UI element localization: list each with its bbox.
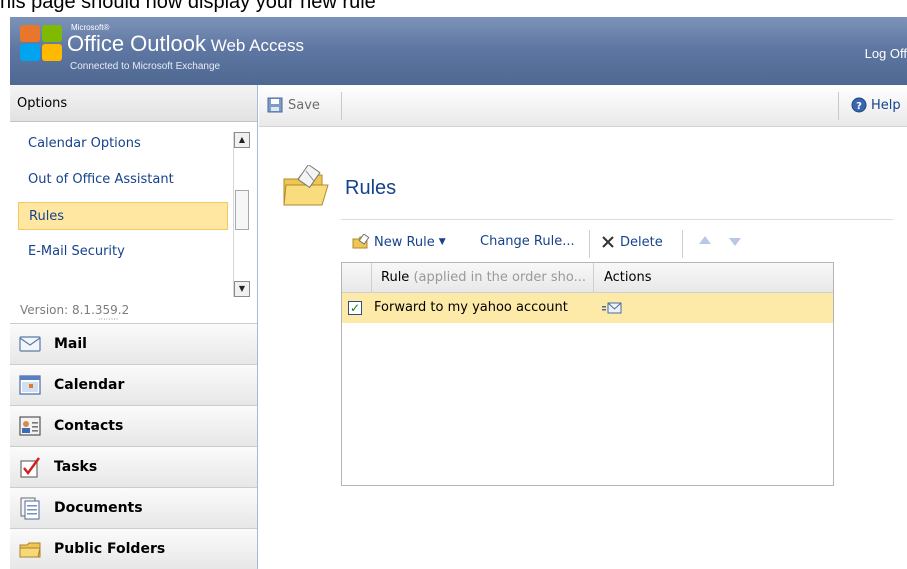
rule-name: Forward to my yahoo account [374,300,568,315]
new-rule-icon [352,234,370,249]
scroll-thumb[interactable] [235,190,249,230]
move-up-button[interactable] [698,234,712,248]
help-icon: ? [851,97,867,113]
scroll-down-button[interactable]: ▼ [234,281,250,297]
page-caption: his page should now display your new rul… [0,0,376,13]
change-rule-button[interactable]: Change Rule... [480,234,575,249]
public-folders-icon [19,542,41,558]
chevron-down-icon[interactable]: ▼ [439,237,446,247]
scroll-up-button[interactable]: ▲ [234,132,250,148]
navigation-pane: Options Calendar Options Out of Office A… [10,85,258,569]
toolbar-separator [341,92,342,120]
module-mail-button[interactable]: Mail [10,323,257,364]
log-off-link[interactable]: Log Off [865,46,907,61]
column-header-rule[interactable]: Rule (applied in the order sho... [372,263,594,293]
toolbar-separator [838,92,839,120]
nav-title: Options [10,85,257,122]
mail-icon [19,336,41,352]
module-buttons: Mail Calendar Contacts Tasks Documents P… [10,323,257,569]
column-header-checkbox [342,263,372,293]
rules-folder-icon [283,165,329,206]
save-icon [267,97,283,113]
forward-mail-icon [602,302,622,314]
options-list: Calendar Options Out of Office Assistant… [10,122,257,297]
nav-item-out-of-office[interactable]: Out of Office Assistant [18,166,228,194]
page-title: Rules [345,177,397,199]
rules-table: Rule (applied in the order sho... Action… [341,262,834,486]
help-button[interactable]: ? Help [851,97,901,113]
title-divider [341,219,893,220]
save-button[interactable]: Save [267,97,320,113]
arrow-up-icon [699,236,711,244]
documents-icon [20,497,40,520]
contacts-icon [19,416,41,436]
nav-item-rules[interactable]: Rules [18,202,228,230]
new-rule-button[interactable]: New Rule ▼ [352,234,446,250]
product-subtitle: Connected to Microsoft Exchange [70,61,221,72]
svg-text:?: ? [856,101,862,112]
table-row[interactable]: ✓ Forward to my yahoo account [342,293,833,323]
rules-toolbar: New Rule ▼ Change Rule... Delete [352,230,792,258]
module-tasks-button[interactable]: Tasks [10,446,257,487]
table-header: Rule (applied in the order sho... Action… [342,263,833,293]
options-scrollbar[interactable]: ▲ ▼ [233,132,250,297]
arrow-down-icon [729,238,741,246]
nav-item-calendar-options[interactable]: Calendar Options [18,130,228,158]
module-calendar-button[interactable]: Calendar [10,364,257,405]
delete-button[interactable]: Delete [600,234,663,250]
app-header: Microsoft® Office Outlook Web Access Con… [10,17,907,85]
module-documents-button[interactable]: Documents [10,487,257,528]
tasks-icon [20,457,40,478]
rules-toolbar-separator [682,230,683,258]
nav-item-email-security[interactable]: E-Mail Security [18,238,228,266]
module-contacts-button[interactable]: Contacts [10,405,257,446]
delete-icon [602,236,614,248]
rules-toolbar-separator [589,230,590,258]
column-header-actions[interactable]: Actions [594,263,835,293]
calendar-icon [19,375,41,395]
office-logo-icon [20,25,64,63]
move-down-button[interactable] [728,234,742,248]
main-toolbar: Save ? Help [259,85,907,127]
product-title: Office Outlook Web Access [67,31,304,56]
module-public-folders-button[interactable]: Public Folders [10,528,257,569]
rule-enabled-checkbox[interactable]: ✓ [348,301,362,315]
